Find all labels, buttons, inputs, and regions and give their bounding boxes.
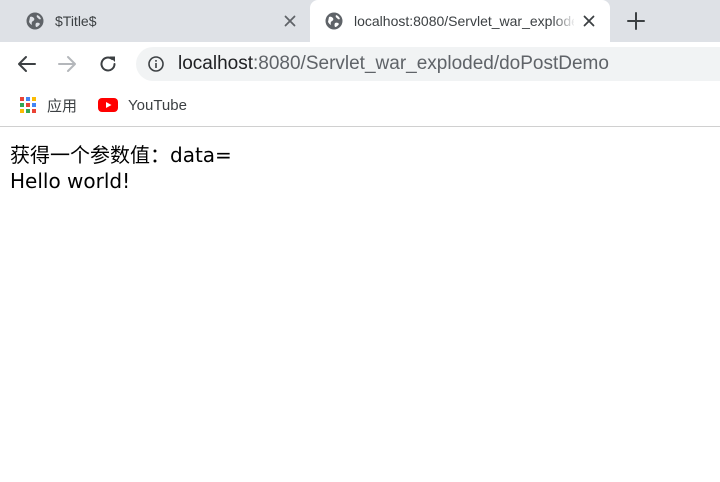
back-arrow-icon[interactable] — [16, 53, 38, 75]
tab-title-placeholder[interactable]: $Title$ — [0, 0, 310, 42]
url-text: localhost:8080/Servlet_war_exploded/doPo… — [178, 54, 609, 74]
tab-title-fade — [552, 8, 576, 34]
browser-toolbar: localhost:8080/Servlet_war_exploded/doPo… — [0, 42, 720, 86]
address-bar[interactable]: localhost:8080/Servlet_war_exploded/doPo… — [136, 47, 720, 81]
reload-icon[interactable] — [97, 53, 119, 75]
info-icon[interactable] — [148, 56, 164, 72]
forward-arrow-icon[interactable] — [56, 53, 78, 75]
parameter-value-line: Hello world! — [10, 169, 131, 193]
bookmark-label: YouTube — [128, 96, 187, 114]
new-tab-plus-icon[interactable] — [624, 9, 648, 33]
bookmark-label: 应用 — [47, 97, 78, 115]
url-path: :8080/Servlet_war_exploded/doPostDemo — [253, 53, 609, 74]
youtube-icon — [98, 98, 118, 112]
close-icon[interactable] — [282, 13, 298, 29]
globe-icon — [325, 12, 343, 30]
bookmark-youtube[interactable]: YouTube — [98, 95, 187, 115]
tab-title: $Title$ — [55, 13, 97, 29]
globe-icon — [26, 12, 44, 30]
tab-title: localhost:8080/Servlet_war_exploded/doPo… — [354, 13, 574, 29]
tab-strip: $Title$ localhost:8080/Servlet_war_explo… — [0, 0, 720, 42]
tab-active[interactable]: localhost:8080/Servlet_war_exploded/doPo… — [310, 0, 610, 42]
bookmarks-bar: 应用 YouTube — [0, 86, 720, 127]
apps-grid-icon — [20, 97, 36, 113]
close-icon[interactable] — [581, 13, 597, 29]
parameter-label-line: 获得一个参数值：data= — [10, 143, 232, 167]
bookmark-apps[interactable]: 应用 — [19, 95, 77, 115]
page-content: 获得一个参数值：data= Hello world! — [10, 142, 232, 194]
url-host: localhost — [178, 53, 253, 74]
